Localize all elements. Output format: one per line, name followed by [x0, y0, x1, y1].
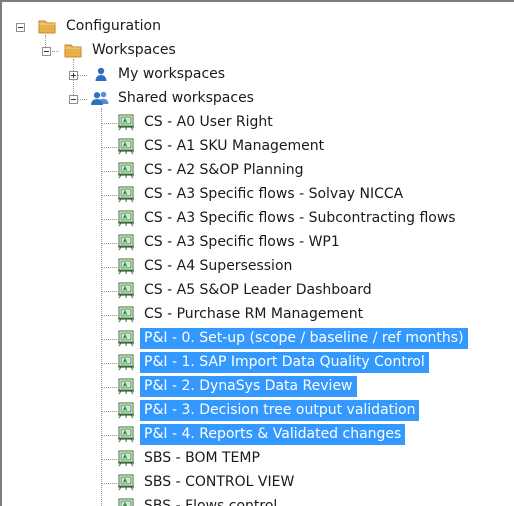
tree-node-workspace-item[interactable]: CS - A0 User Right	[2, 111, 514, 134]
collapse-toggle[interactable]	[16, 23, 25, 32]
tree-node-workspace-item[interactable]: P&I - 1. SAP Import Data Quality Control	[2, 351, 514, 374]
tree-node-label: My workspaces	[118, 66, 226, 82]
tree-node-label: P&I - 4. Reports & Validated changes	[140, 424, 406, 445]
workspace-tree-panel: Configuration Workspaces My workspaces S…	[0, 0, 514, 506]
tree-line	[101, 147, 117, 148]
tree-node-shared-workspaces[interactable]: Shared workspaces	[2, 87, 514, 110]
tree-node-configuration[interactable]: Configuration	[2, 15, 514, 38]
tree-node-label: Configuration	[66, 18, 161, 34]
tree-node-workspace-item[interactable]: SBS - CONTROL VIEW	[2, 471, 514, 494]
expand-toggle[interactable]	[69, 71, 78, 80]
tree-node-label: P&I - 0. Set-up (scope / baseline / ref …	[140, 328, 468, 349]
tree-line	[101, 195, 117, 196]
tree-node-label: SBS - Flows control	[144, 498, 278, 506]
tree-line	[101, 435, 117, 436]
tree-line	[101, 219, 117, 220]
tree-node-label: SBS - CONTROL VIEW	[144, 474, 295, 490]
tree-line	[101, 339, 117, 340]
collapse-toggle[interactable]	[42, 47, 51, 56]
tree-node-label: CS - A3 Specific flows - Solvay NICCA	[144, 186, 404, 202]
tree-line	[101, 267, 117, 268]
tree-line	[101, 315, 117, 316]
tree-line	[101, 411, 117, 412]
tree-node-workspace-item[interactable]: CS - A3 Specific flows - WP1	[2, 231, 514, 254]
tree-node-label: P&I - 1. SAP Import Data Quality Control	[140, 352, 429, 373]
tree-node-workspace-item[interactable]: P&I - 4. Reports & Validated changes	[2, 423, 514, 446]
tree-node-label: Shared workspaces	[118, 90, 254, 106]
workspace-icon	[117, 498, 135, 506]
tree-node-label: Workspaces	[92, 42, 176, 58]
collapse-toggle[interactable]	[69, 95, 78, 104]
tree-node-workspace-item[interactable]: CS - Purchase RM Management	[2, 303, 514, 326]
tree-node-my-workspaces[interactable]: My workspaces	[2, 63, 514, 86]
tree-node-workspace-item[interactable]: CS - A5 S&OP Leader Dashboard	[2, 279, 514, 302]
tree-node-label: CS - A2 S&OP Planning	[144, 162, 304, 178]
tree-line	[101, 243, 117, 244]
tree-node-workspace-item[interactable]: P&I - 2. DynaSys Data Review	[2, 375, 514, 398]
tree-node-workspace-item[interactable]: CS - A4 Supersession	[2, 255, 514, 278]
tree-line	[101, 483, 117, 484]
tree-line	[101, 123, 117, 124]
tree-line	[101, 291, 117, 292]
tree-node-workspace-item[interactable]: P&I - 3. Decision tree output validation	[2, 399, 514, 422]
tree-node-workspace-item[interactable]: CS - A3 Specific flows - Subcontracting …	[2, 207, 514, 230]
tree-node-label: P&I - 2. DynaSys Data Review	[140, 376, 357, 397]
tree-node-label: CS - A3 Specific flows - Subcontracting …	[144, 210, 456, 226]
tree-node-label: CS - A5 S&OP Leader Dashboard	[144, 282, 372, 298]
tree-node-label: SBS - BOM TEMP	[144, 450, 260, 466]
tree-line	[101, 387, 117, 388]
tree-node-workspace-item[interactable]: SBS - Flows control	[2, 495, 514, 506]
tree-node-workspaces[interactable]: Workspaces	[2, 39, 514, 62]
tree-node-workspace-item[interactable]: CS - A1 SKU Management	[2, 135, 514, 158]
tree-node-workspace-item[interactable]: CS - A2 S&OP Planning	[2, 159, 514, 182]
tree-node-label: CS - A3 Specific flows - WP1	[144, 234, 340, 250]
tree-node-label: CS - Purchase RM Management	[144, 306, 364, 322]
tree-node-label: CS - A1 SKU Management	[144, 138, 325, 154]
tree-node-workspace-item[interactable]: P&I - 0. Set-up (scope / baseline / ref …	[2, 327, 514, 350]
tree-line	[101, 363, 117, 364]
tree-line	[101, 171, 117, 172]
tree-node-label: CS - A4 Supersession	[144, 258, 293, 274]
tree-line	[101, 459, 117, 460]
tree-node-workspace-item[interactable]: CS - A3 Specific flows - Solvay NICCA	[2, 183, 514, 206]
tree-node-label: P&I - 3. Decision tree output validation	[140, 400, 420, 421]
tree-node-workspace-item[interactable]: SBS - BOM TEMP	[2, 447, 514, 470]
tree-node-label: CS - A0 User Right	[144, 114, 273, 130]
